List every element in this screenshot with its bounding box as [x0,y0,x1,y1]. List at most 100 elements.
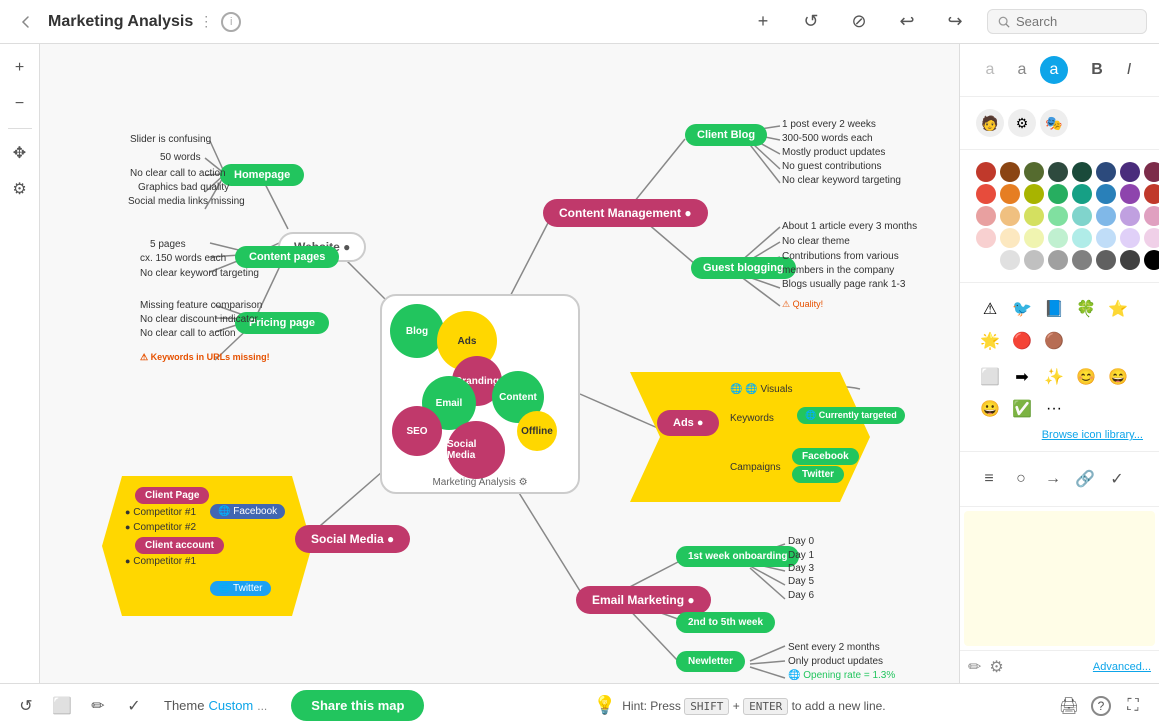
bold-button[interactable]: B [1083,56,1111,84]
social-media-bubble[interactable]: Social Media [447,421,505,479]
zoom-out-button[interactable]: − [4,88,36,120]
twitter-tag[interactable]: 🌐 Twitter [210,581,271,596]
redo1-button[interactable]: ↺ [795,6,827,38]
info-button[interactable]: i [221,12,241,32]
color-swatch-37[interactable] [1096,250,1116,270]
color-swatch-32[interactable] [976,250,996,270]
redo2-button[interactable]: ↪ [939,6,971,38]
color-swatch-27[interactable] [1048,228,1068,248]
color-swatch-16[interactable] [976,206,996,226]
history-icon[interactable]: ↺ [12,692,40,720]
custom-label[interactable]: Custom [208,698,253,713]
notes-area[interactable] [964,511,1155,646]
brown-circle-btn[interactable]: 🟤 [1040,327,1068,355]
color-swatch-9[interactable] [1000,184,1020,204]
color-swatch-10[interactable] [1024,184,1044,204]
italic-button[interactable]: I [1115,56,1143,84]
client-account-node[interactable]: Client account [135,537,224,554]
add-button[interactable]: + [747,6,779,38]
expand-icon[interactable]: ⛶ [1119,692,1147,720]
color-swatch-38[interactable] [1120,250,1140,270]
theme-more-button[interactable]: ... [257,699,267,713]
color-swatch-15[interactable] [1144,184,1159,204]
color-swatch-14[interactable] [1120,184,1140,204]
link-icon-btn[interactable]: 🔗 [1072,466,1098,492]
first-week-node[interactable]: 1st week onboarding [676,546,799,567]
color-swatch-26[interactable] [1024,228,1044,248]
color-swatch-13[interactable] [1096,184,1116,204]
color-swatch-22[interactable] [1120,206,1140,226]
color-swatch-4[interactable] [1072,162,1092,182]
edit-mode-icon[interactable]: ✏ [84,692,112,720]
smile3-btn[interactable]: 😀 [976,395,1004,423]
color-swatch-31[interactable] [1144,228,1159,248]
color-swatch-34[interactable] [1024,250,1044,270]
magic-icon[interactable]: ⚙ [989,657,1003,677]
advanced-link[interactable]: Advanced... [1093,661,1151,673]
screen-icon[interactable]: ⬜ [48,692,76,720]
facebook-icon-btn[interactable]: 📘 [1040,295,1068,323]
color-swatch-6[interactable] [1120,162,1140,182]
offline-bubble[interactable]: Offline [517,411,557,451]
yellow-star-btn[interactable]: 🌟 [976,327,1004,355]
color-swatch-8[interactable] [976,184,996,204]
twitter-green-node[interactable]: Twitter [792,466,844,483]
color-swatch-35[interactable] [1048,250,1068,270]
content-pages-node[interactable]: Content pages [235,246,339,268]
pencil-icon[interactable]: ✏ [968,657,981,677]
color-swatch-5[interactable] [1096,162,1116,182]
color-swatch-12[interactable] [1072,184,1092,204]
homepage-node[interactable]: Homepage [220,164,304,186]
search-input[interactable] [1016,14,1136,29]
ads-node[interactable]: Ads ● [657,410,719,436]
color-swatch-24[interactable] [976,228,996,248]
sparkle-btn[interactable]: ✨ [1040,363,1068,391]
list-icon-btn[interactable]: ≡ [976,466,1002,492]
guest-blog-node[interactable]: Guest blogging [691,257,796,279]
color-swatch-17[interactable] [1000,206,1020,226]
facebook-green-node[interactable]: Facebook [792,448,859,465]
color-swatch-3[interactable] [1048,162,1068,182]
twitter-icon-btn[interactable]: 🐦 [1008,295,1036,323]
email-node[interactable]: Email Marketing ● [576,586,711,614]
client-page-node[interactable]: Client Page [135,487,209,504]
undo-button[interactable]: ↩ [891,6,923,38]
text-large-button[interactable]: a [1040,56,1068,84]
second-fifth-node[interactable]: 2nd to 5th week [676,612,775,633]
pan-tool-button[interactable]: ✥ [4,137,36,169]
no-button[interactable]: ⊘ [843,6,875,38]
newsletter-node[interactable]: Newletter [676,651,745,672]
warning-icon-btn[interactable]: ⚠ [976,295,1004,323]
seo-bubble[interactable]: SEO [392,406,442,456]
color-swatch-39[interactable] [1144,250,1159,270]
color-swatch-1[interactable] [1000,162,1020,182]
color-swatch-0[interactable] [976,162,996,182]
approve-icon[interactable]: ✓ [120,692,148,720]
share-button[interactable]: Share this map [291,690,424,721]
color-swatch-23[interactable] [1144,206,1159,226]
arrow-icon-btn[interactable]: → [1040,466,1066,492]
emoji-icon-btn[interactable]: 🎭 [1040,109,1068,137]
color-swatch-2[interactable] [1024,162,1044,182]
people-icon-btn[interactable]: 🧑 [976,109,1004,137]
color-swatch-18[interactable] [1024,206,1044,226]
facebook-tag[interactable]: 🌐 Facebook [210,504,285,519]
color-swatch-19[interactable] [1048,206,1068,226]
smiley-btn[interactable]: 😊 [1072,363,1100,391]
content-mgmt-node[interactable]: Content Management ● [543,199,708,227]
title-menu-icon[interactable]: ⋮ [199,13,213,30]
color-swatch-30[interactable] [1120,228,1140,248]
settings-tool-button[interactable]: ⚙ [4,173,36,205]
browse-library-link[interactable]: Browse icon library... [968,427,1151,443]
zoom-in-button[interactable]: + [4,52,36,84]
gray-circle-btn[interactable]: ⬜ [976,363,1004,391]
circle-icon-btn[interactable]: ○ [1008,466,1034,492]
clover-icon-btn[interactable]: 🍀 [1072,295,1100,323]
color-swatch-20[interactable] [1072,206,1092,226]
color-swatch-25[interactable] [1000,228,1020,248]
social-media-node[interactable]: Social Media ● [295,525,410,553]
color-swatch-21[interactable] [1096,206,1116,226]
red-circle-btn[interactable]: 🔴 [1008,327,1036,355]
color-swatch-28[interactable] [1072,228,1092,248]
green-arrow-btn[interactable]: ➡ [1008,363,1036,391]
